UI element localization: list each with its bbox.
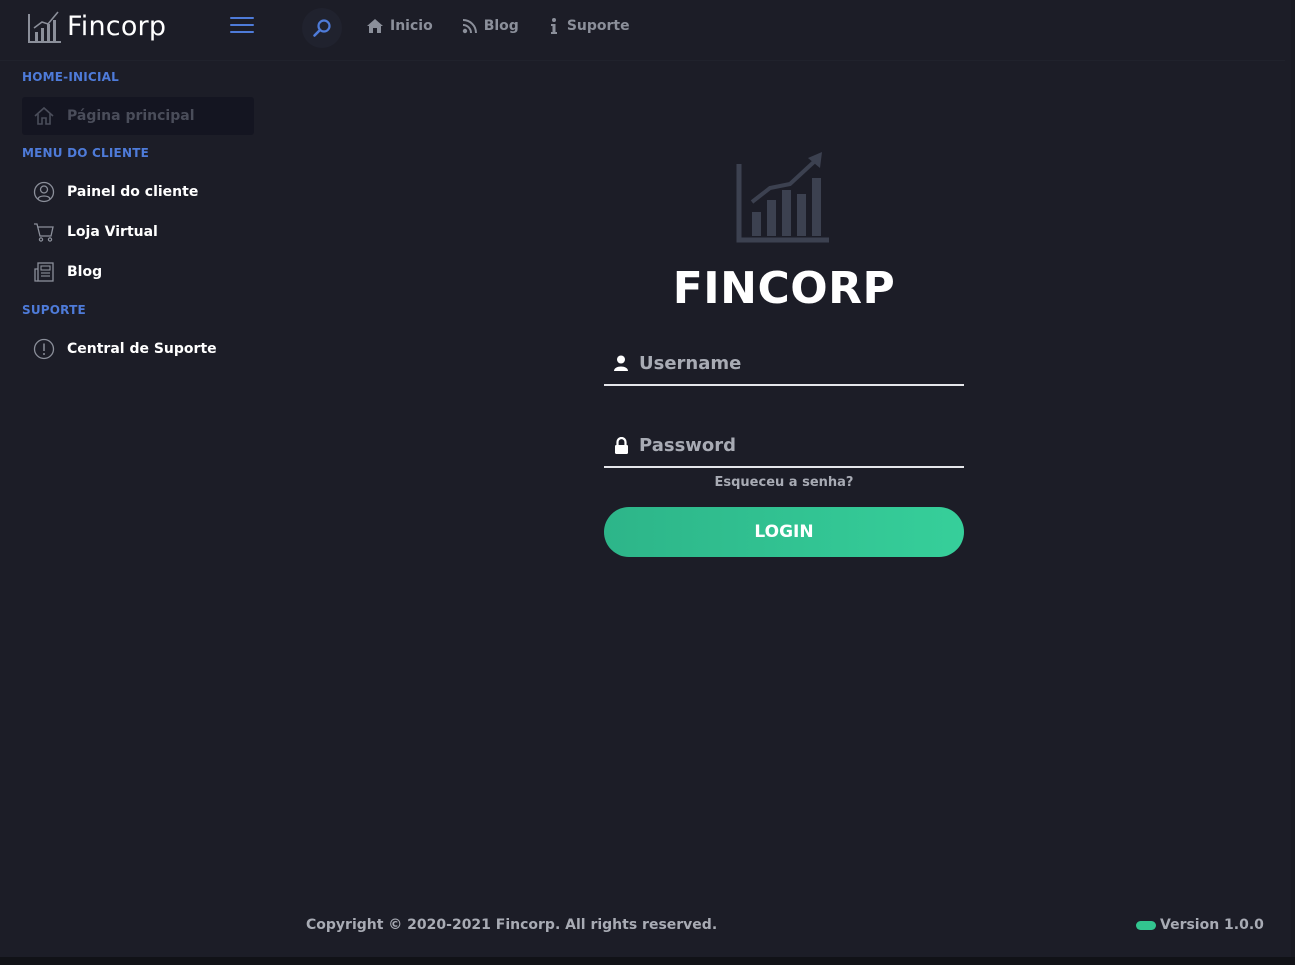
sidebar-item-central-suporte[interactable]: Central de Suporte xyxy=(22,330,254,368)
window-bottom-edge xyxy=(0,957,1295,965)
sidebar-item-painel-cliente[interactable]: Painel do cliente xyxy=(22,173,254,211)
username-input[interactable] xyxy=(639,352,949,374)
home-icon xyxy=(367,19,383,33)
hamburger-line xyxy=(230,31,254,33)
login-title: FINCORP xyxy=(672,263,896,314)
password-field-wrapper xyxy=(604,424,964,468)
nav-suporte[interactable]: Suporte xyxy=(547,17,630,35)
rss-icon xyxy=(462,18,477,33)
username-field-wrapper xyxy=(604,342,964,386)
sidebar-item-label: Central de Suporte xyxy=(67,341,217,357)
section-title-home: HOME-INICIAL xyxy=(22,70,119,84)
version-status-indicator xyxy=(1136,920,1156,930)
lock-icon xyxy=(608,436,634,454)
sidebar-item-label: Página principal xyxy=(67,108,195,124)
cart-icon xyxy=(33,221,55,243)
login-button[interactable]: LOGIN xyxy=(604,507,964,557)
hamburger-line xyxy=(230,24,254,26)
nav-blog-label: Blog xyxy=(483,18,519,34)
hamburger-line xyxy=(230,17,254,19)
footer-copyright: Copyright © 2020-2021 Fincorp. All right… xyxy=(306,917,718,933)
nav-blog[interactable]: Blog xyxy=(461,17,519,35)
nav-inicio[interactable]: Inicio xyxy=(366,17,433,35)
brand-logo[interactable]: Fincorp xyxy=(26,8,166,44)
chart-logo-icon xyxy=(734,150,834,248)
header-divider xyxy=(0,60,1285,61)
info-icon xyxy=(550,18,557,34)
sidebar-item-pagina-principal[interactable]: Página principal xyxy=(22,97,254,135)
sidebar-item-label: Blog xyxy=(67,264,103,280)
password-input[interactable] xyxy=(639,434,949,456)
nav-suporte-label: Suporte xyxy=(566,18,630,34)
house-icon xyxy=(33,105,55,127)
chart-logo-icon xyxy=(28,11,61,43)
search-icon xyxy=(313,19,331,37)
sidebar-item-label: Painel do cliente xyxy=(67,184,199,200)
sidebar-item-blog[interactable]: Blog xyxy=(22,253,254,291)
user-icon xyxy=(608,355,634,372)
section-title-suporte: SUPORTE xyxy=(22,303,86,317)
version-label: Version 1.0.0 xyxy=(1160,917,1264,933)
section-title-cliente: MENU DO CLIENTE xyxy=(22,146,149,160)
forgot-password-link[interactable]: Esqueceu a senha? xyxy=(604,475,964,490)
window-edge xyxy=(1291,0,1295,965)
version-badge: Version 1.0.0 xyxy=(1136,917,1264,933)
newspaper-icon xyxy=(33,261,55,283)
sidebar-item-label: Loja Virtual xyxy=(67,224,158,240)
user-circle-icon xyxy=(33,181,55,203)
menu-toggle-button[interactable] xyxy=(230,17,254,35)
top-header: Fincorp Inicio Blog Suporte xyxy=(0,0,1295,56)
nav-inicio-label: Inicio xyxy=(390,18,433,34)
search-button[interactable] xyxy=(302,8,342,48)
brand-name: Fincorp xyxy=(67,10,167,42)
sidebar-item-loja-virtual[interactable]: Loja Virtual xyxy=(22,213,254,251)
top-nav: Inicio Blog Suporte xyxy=(366,17,658,35)
alert-circle-icon xyxy=(33,338,55,360)
